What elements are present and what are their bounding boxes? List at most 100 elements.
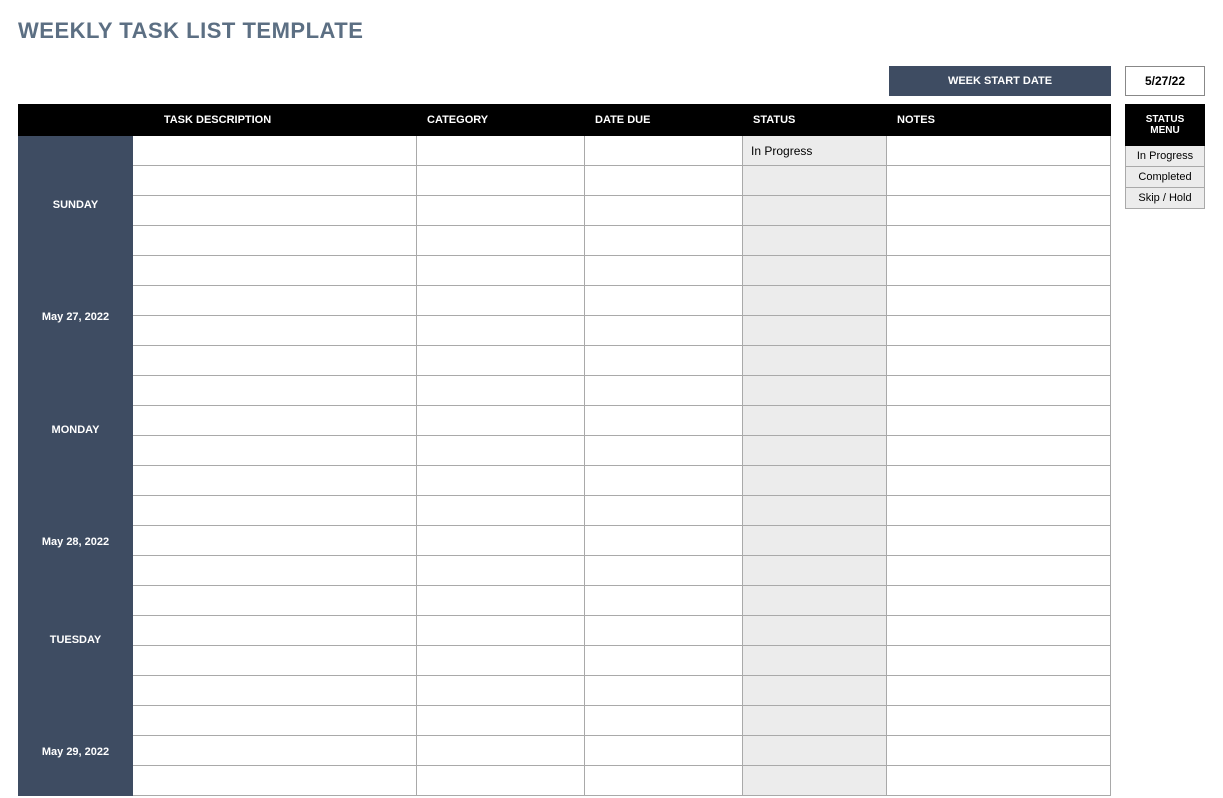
desc-cell[interactable] xyxy=(133,586,417,616)
dateDue-cell[interactable] xyxy=(585,766,743,796)
status-cell[interactable] xyxy=(743,376,887,406)
dateDue-cell[interactable] xyxy=(585,526,743,556)
dateDue-cell[interactable] xyxy=(585,466,743,496)
status-cell[interactable] xyxy=(743,346,887,376)
dateDue-cell[interactable] xyxy=(585,316,743,346)
notes-cell[interactable] xyxy=(887,736,1111,766)
notes-cell[interactable] xyxy=(887,196,1111,226)
desc-cell[interactable] xyxy=(133,256,417,286)
category-cell[interactable] xyxy=(417,226,585,256)
dateDue-cell[interactable] xyxy=(585,436,743,466)
desc-cell[interactable] xyxy=(133,136,417,166)
desc-cell[interactable] xyxy=(133,496,417,526)
desc-cell[interactable] xyxy=(133,316,417,346)
notes-cell[interactable] xyxy=(887,376,1111,406)
category-cell[interactable] xyxy=(417,256,585,286)
status-cell[interactable] xyxy=(743,766,887,796)
category-cell[interactable] xyxy=(417,586,585,616)
category-cell[interactable] xyxy=(417,346,585,376)
dateDue-cell[interactable] xyxy=(585,676,743,706)
category-cell[interactable] xyxy=(417,136,585,166)
category-cell[interactable] xyxy=(417,646,585,676)
desc-cell[interactable] xyxy=(133,616,417,646)
status-cell[interactable] xyxy=(743,256,887,286)
notes-cell[interactable] xyxy=(887,496,1111,526)
dateDue-cell[interactable] xyxy=(585,556,743,586)
dateDue-cell[interactable] xyxy=(585,376,743,406)
desc-cell[interactable] xyxy=(133,226,417,256)
desc-cell[interactable] xyxy=(133,196,417,226)
notes-cell[interactable] xyxy=(887,766,1111,796)
status-cell[interactable] xyxy=(743,466,887,496)
desc-cell[interactable] xyxy=(133,676,417,706)
status-cell[interactable]: In Progress xyxy=(743,136,887,166)
desc-cell[interactable] xyxy=(133,436,417,466)
status-cell[interactable] xyxy=(743,556,887,586)
desc-cell[interactable] xyxy=(133,466,417,496)
category-cell[interactable] xyxy=(417,466,585,496)
desc-cell[interactable] xyxy=(133,736,417,766)
category-cell[interactable] xyxy=(417,436,585,466)
dateDue-cell[interactable] xyxy=(585,406,743,436)
desc-cell[interactable] xyxy=(133,526,417,556)
desc-cell[interactable] xyxy=(133,706,417,736)
status-cell[interactable] xyxy=(743,196,887,226)
category-cell[interactable] xyxy=(417,676,585,706)
notes-cell[interactable] xyxy=(887,526,1111,556)
category-cell[interactable] xyxy=(417,286,585,316)
notes-cell[interactable] xyxy=(887,466,1111,496)
notes-cell[interactable] xyxy=(887,616,1111,646)
notes-cell[interactable] xyxy=(887,676,1111,706)
dateDue-cell[interactable] xyxy=(585,346,743,376)
status-cell[interactable] xyxy=(743,736,887,766)
dateDue-cell[interactable] xyxy=(585,136,743,166)
category-cell[interactable] xyxy=(417,766,585,796)
dateDue-cell[interactable] xyxy=(585,226,743,256)
notes-cell[interactable] xyxy=(887,706,1111,736)
dateDue-cell[interactable] xyxy=(585,496,743,526)
notes-cell[interactable] xyxy=(887,256,1111,286)
desc-cell[interactable] xyxy=(133,646,417,676)
notes-cell[interactable] xyxy=(887,556,1111,586)
notes-cell[interactable] xyxy=(887,166,1111,196)
dateDue-cell[interactable] xyxy=(585,166,743,196)
notes-cell[interactable] xyxy=(887,406,1111,436)
status-cell[interactable] xyxy=(743,226,887,256)
desc-cell[interactable] xyxy=(133,376,417,406)
status-cell[interactable] xyxy=(743,316,887,346)
dateDue-cell[interactable] xyxy=(585,196,743,226)
dateDue-cell[interactable] xyxy=(585,616,743,646)
status-cell[interactable] xyxy=(743,406,887,436)
notes-cell[interactable] xyxy=(887,226,1111,256)
status-cell[interactable] xyxy=(743,646,887,676)
dateDue-cell[interactable] xyxy=(585,256,743,286)
status-cell[interactable] xyxy=(743,676,887,706)
category-cell[interactable] xyxy=(417,166,585,196)
status-cell[interactable] xyxy=(743,706,887,736)
status-cell[interactable] xyxy=(743,496,887,526)
notes-cell[interactable] xyxy=(887,586,1111,616)
category-cell[interactable] xyxy=(417,406,585,436)
status-menu-option[interactable]: Skip / Hold xyxy=(1126,188,1205,209)
category-cell[interactable] xyxy=(417,496,585,526)
category-cell[interactable] xyxy=(417,196,585,226)
dateDue-cell[interactable] xyxy=(585,286,743,316)
notes-cell[interactable] xyxy=(887,436,1111,466)
category-cell[interactable] xyxy=(417,376,585,406)
category-cell[interactable] xyxy=(417,706,585,736)
status-menu-option[interactable]: Completed xyxy=(1126,167,1205,188)
notes-cell[interactable] xyxy=(887,346,1111,376)
desc-cell[interactable] xyxy=(133,286,417,316)
status-cell[interactable] xyxy=(743,586,887,616)
status-cell[interactable] xyxy=(743,286,887,316)
desc-cell[interactable] xyxy=(133,406,417,436)
dateDue-cell[interactable] xyxy=(585,646,743,676)
notes-cell[interactable] xyxy=(887,136,1111,166)
status-cell[interactable] xyxy=(743,616,887,646)
category-cell[interactable] xyxy=(417,526,585,556)
category-cell[interactable] xyxy=(417,616,585,646)
dateDue-cell[interactable] xyxy=(585,736,743,766)
notes-cell[interactable] xyxy=(887,316,1111,346)
category-cell[interactable] xyxy=(417,316,585,346)
desc-cell[interactable] xyxy=(133,346,417,376)
